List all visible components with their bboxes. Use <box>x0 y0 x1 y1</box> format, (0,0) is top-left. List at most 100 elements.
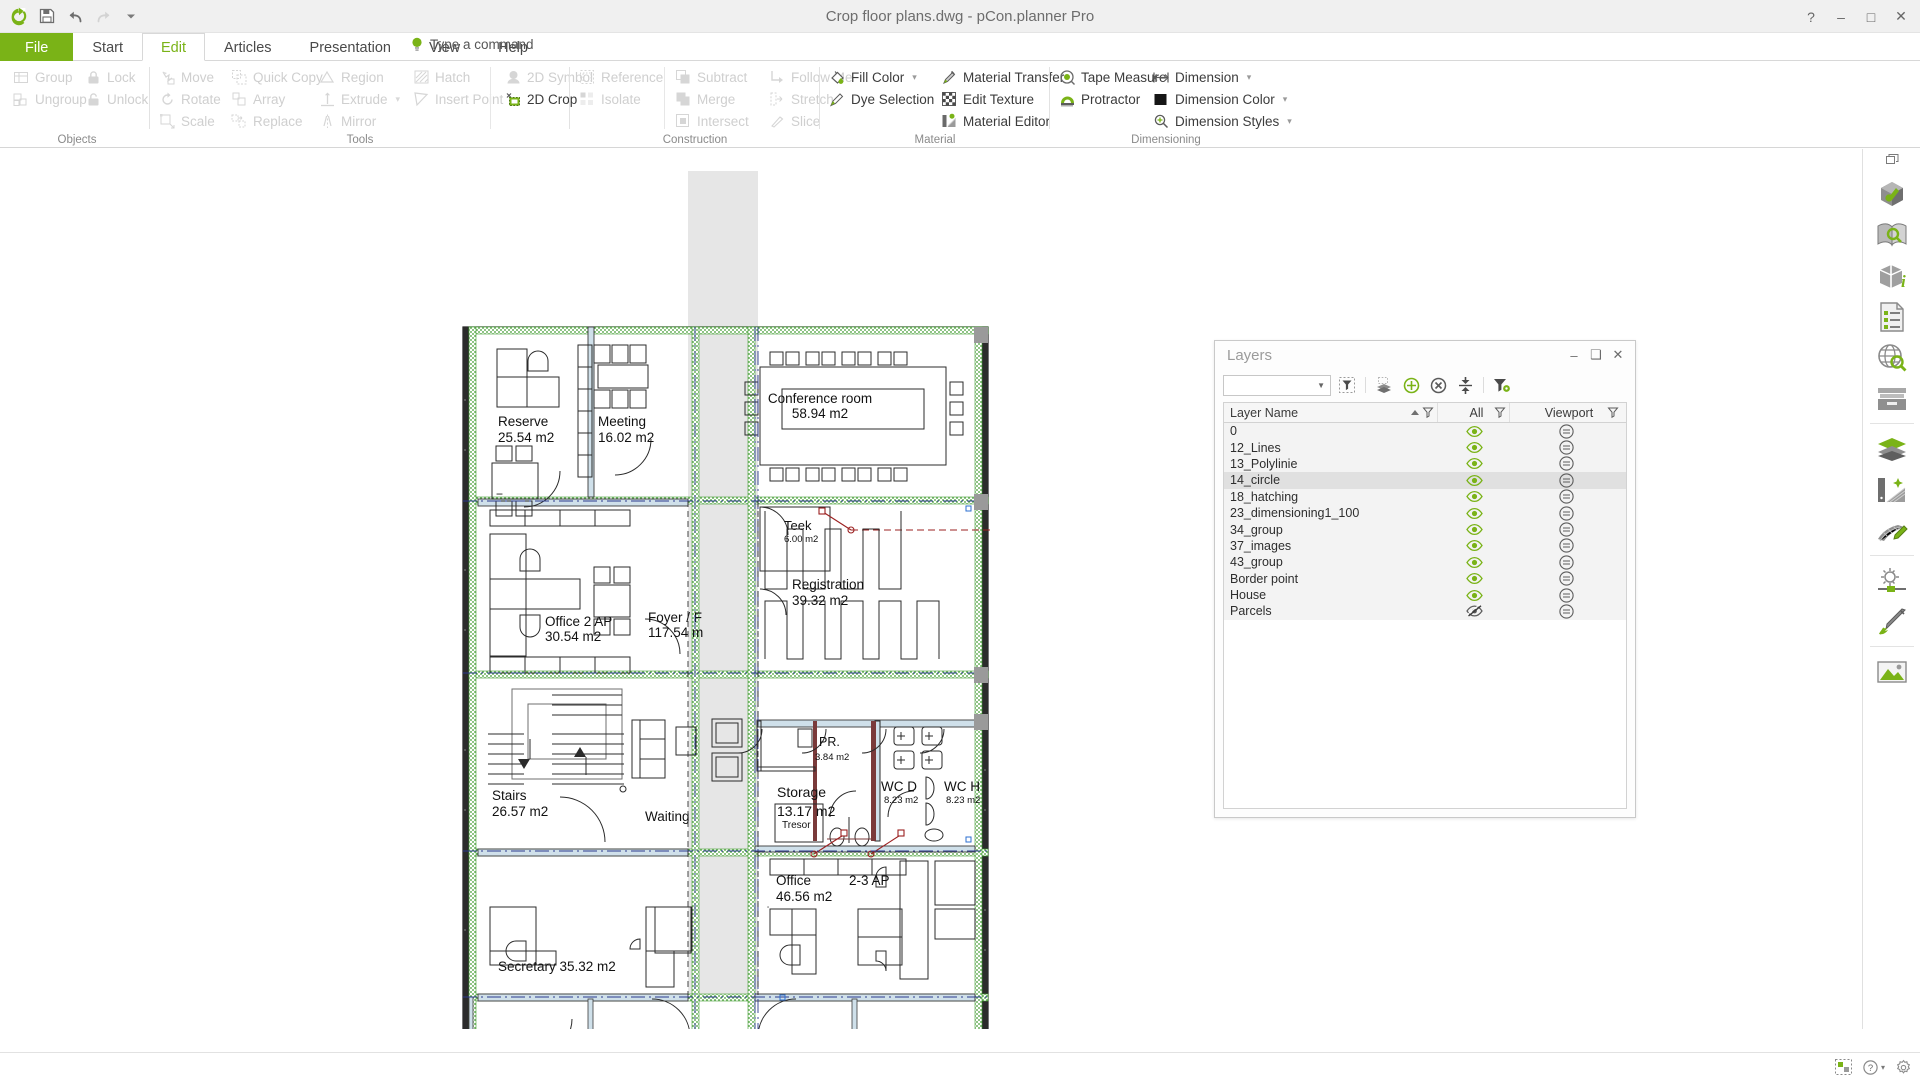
layer-visibility-eye-icon[interactable] <box>1438 521 1510 537</box>
layer-viewport-state-icon[interactable] <box>1510 423 1622 439</box>
layer-viewport-state-icon[interactable] <box>1510 538 1622 554</box>
online-search-icon[interactable] <box>1863 337 1920 378</box>
settings-icon[interactable] <box>1895 1059 1912 1076</box>
command-search[interactable]: Type a command <box>410 36 534 53</box>
layer-viewport-state-icon[interactable] <box>1510 521 1622 537</box>
chevron-down-icon[interactable]: ▾ <box>912 72 917 83</box>
layer-visibility-eye-icon[interactable] <box>1438 538 1510 554</box>
restore-panel-icon[interactable] <box>1863 149 1920 171</box>
save-icon[interactable] <box>34 3 60 29</box>
model-tools-icon[interactable] <box>1863 173 1920 214</box>
layer-viewport-state-icon[interactable] <box>1510 489 1622 505</box>
tab-presentation[interactable]: Presentation <box>291 33 410 61</box>
layers-panel[interactable]: Layers – ❑ ✕ ▼ Layer Name All Viewport 0… <box>1214 340 1636 818</box>
ribbon-button-dimension-color[interactable]: Dimension Color ▾ <box>1150 88 1295 110</box>
layer-name-cell[interactable]: 43_group <box>1224 554 1438 570</box>
filter-settings-icon[interactable] <box>1491 375 1513 396</box>
layer-visibility-eye-icon[interactable] <box>1438 489 1510 505</box>
layer-name-cell[interactable]: 23_dimensioning1_100 <box>1224 505 1438 521</box>
layer-name-cell[interactable]: House <box>1224 587 1438 603</box>
layer-row[interactable]: 18_hatching <box>1224 488 1626 505</box>
layer-row[interactable]: 14_circle <box>1224 472 1626 489</box>
layer-name-cell[interactable]: 0 <box>1224 423 1438 439</box>
image-icon[interactable] <box>1863 651 1920 692</box>
column-header-all[interactable]: All <box>1438 403 1510 422</box>
layer-visibility-eye-icon[interactable] <box>1438 554 1510 570</box>
status-help-icon[interactable]: ? ▾ <box>1863 1059 1885 1075</box>
layer-viewport-state-icon[interactable] <box>1510 439 1622 455</box>
layer-name-cell[interactable]: 12_Lines <box>1224 439 1438 455</box>
layer-row[interactable]: 34_group <box>1224 521 1626 538</box>
app-logo-icon[interactable] <box>6 3 32 29</box>
grid-snap-icon[interactable] <box>1834 1058 1853 1076</box>
layer-filter-combo[interactable]: ▼ <box>1223 374 1331 396</box>
delete-layer-icon[interactable] <box>1427 375 1449 396</box>
qat-dropdown-icon[interactable] <box>118 3 144 29</box>
archive-icon[interactable] <box>1863 378 1920 419</box>
ribbon-button-dimension[interactable]: Dimension ▾ <box>1150 66 1295 88</box>
layer-row[interactable]: Parcels <box>1224 603 1626 620</box>
layer-row[interactable]: 0 <box>1224 423 1626 440</box>
layer-name-cell[interactable]: Parcels <box>1224 603 1438 619</box>
filter-icon[interactable] <box>1494 407 1506 421</box>
merge-layer-icon[interactable] <box>1454 375 1476 396</box>
layer-viewport-state-icon[interactable] <box>1510 456 1622 472</box>
column-header-viewport[interactable]: Viewport <box>1510 403 1622 422</box>
layers-minimize-button[interactable]: – <box>1563 345 1585 365</box>
tab-edit[interactable]: Edit <box>142 33 205 61</box>
column-header-layer-name[interactable]: Layer Name <box>1224 403 1438 422</box>
add-layer-icon[interactable] <box>1400 375 1422 396</box>
chevron-down-icon[interactable]: ▾ <box>396 94 401 105</box>
close-button[interactable]: ✕ <box>1886 0 1916 33</box>
minimize-button[interactable]: – <box>1826 0 1856 33</box>
layer-viewport-state-icon[interactable] <box>1510 571 1622 587</box>
layer-viewport-state-icon[interactable] <box>1510 554 1622 570</box>
product-info-icon[interactable]: i <box>1863 255 1920 296</box>
materials-icon[interactable] <box>1863 469 1920 510</box>
texture-edit-icon[interactable] <box>1863 510 1920 551</box>
help-button[interactable]: ? <box>1796 0 1826 33</box>
layer-visibility-eye-icon[interactable] <box>1438 456 1510 472</box>
layer-name-cell[interactable]: 34_group <box>1224 521 1438 537</box>
filter-icon[interactable] <box>1422 407 1434 421</box>
layer-row[interactable]: 43_group <box>1224 554 1626 571</box>
layer-name-cell[interactable]: 18_hatching <box>1224 489 1438 505</box>
chevron-down-icon[interactable]: ▾ <box>1247 72 1252 83</box>
layer-name-cell[interactable]: 14_circle <box>1224 472 1438 488</box>
filter-icon[interactable] <box>1607 407 1619 421</box>
layer-viewport-state-icon[interactable] <box>1510 587 1622 603</box>
layer-name-cell[interactable]: 37_images <box>1224 538 1438 554</box>
layer-viewport-state-icon[interactable] <box>1510 472 1622 488</box>
tab-articles[interactable]: Articles <box>205 33 291 61</box>
render-pen-icon[interactable] <box>1863 601 1920 642</box>
layer-select-icon[interactable] <box>1373 375 1395 396</box>
maximize-button[interactable]: □ <box>1856 0 1886 33</box>
layer-visibility-eye-icon[interactable] <box>1438 587 1510 603</box>
tab-file[interactable]: File <box>0 33 74 61</box>
layer-row[interactable]: 12_Lines <box>1224 439 1626 456</box>
layer-row[interactable]: 13_Polylinie <box>1224 455 1626 473</box>
layer-visibility-eye-icon[interactable] <box>1438 423 1510 439</box>
layers-close-button[interactable]: ✕ <box>1607 345 1629 365</box>
layers-icon[interactable] <box>1863 428 1920 469</box>
ribbon-button-dimension-styles[interactable]: Dimension Styles ▾ <box>1150 110 1295 132</box>
chevron-down-icon[interactable]: ▾ <box>1283 94 1288 105</box>
ribbon-button-dye-selection[interactable]: Dye Selection▾ <box>826 88 950 110</box>
layer-visibility-eye-off-icon[interactable] <box>1438 603 1510 619</box>
layer-viewport-state-icon[interactable] <box>1510 603 1622 619</box>
layer-visibility-eye-icon[interactable] <box>1438 505 1510 521</box>
layer-visibility-eye-icon[interactable] <box>1438 472 1510 488</box>
properties-list-icon[interactable] <box>1863 296 1920 337</box>
ribbon-button-material-transfer[interactable]: Material Transfer <box>938 66 1067 88</box>
layer-row[interactable]: 23_dimensioning1_100 <box>1224 504 1626 522</box>
chevron-down-icon[interactable]: ▾ <box>1287 116 1292 127</box>
layer-visibility-eye-icon[interactable] <box>1438 571 1510 587</box>
layer-name-cell[interactable]: 13_Polylinie <box>1224 456 1438 472</box>
tab-start[interactable]: Start <box>73 33 142 61</box>
layer-visibility-eye-icon[interactable] <box>1438 439 1510 455</box>
layers-maximize-button[interactable]: ❑ <box>1585 345 1607 365</box>
lighting-icon[interactable] <box>1863 560 1920 601</box>
undo-icon[interactable] <box>62 3 88 29</box>
layer-row[interactable]: House <box>1224 586 1626 604</box>
catalog-search-icon[interactable] <box>1863 214 1920 255</box>
